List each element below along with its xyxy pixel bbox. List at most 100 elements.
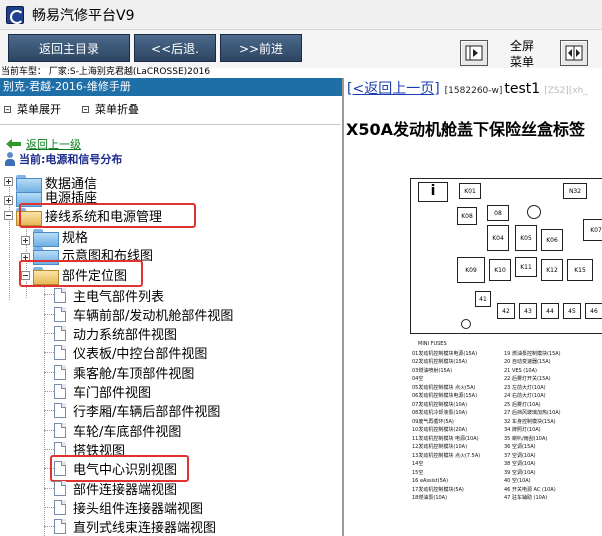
legend-row: 07发动机控制模块(10A) 25 后雾灯(10A): [412, 401, 602, 410]
document-icon: [54, 480, 66, 496]
collapse-toggle[interactable]: [4, 211, 13, 220]
tree-item-doc[interactable]: 乘客舱/车顶部件视图: [54, 362, 194, 382]
mount-hole: [527, 205, 541, 219]
tree-line: [44, 314, 54, 315]
legend-cell: 18燃油泵(10A): [412, 495, 448, 501]
tree-line: [44, 372, 54, 373]
legend-cell: 21 VES (10A): [504, 367, 537, 374]
relay-k15: K15: [567, 259, 593, 281]
tree-line: [44, 488, 54, 489]
legend-cell: 27 后挡风玻璃加热(10A): [504, 410, 561, 416]
expand-toggle[interactable]: [4, 196, 13, 205]
document-tag: [ZS2][xh_: [544, 86, 588, 96]
document-name: test1: [504, 81, 541, 97]
legend-cell: 19 燃油泵控制模块(15A): [504, 350, 561, 357]
legend-cell: 11发动机控制模块 电源(10A): [412, 435, 479, 442]
legend-cell: 01发动机控制模块电源(15A): [412, 350, 478, 357]
highlight-box: [19, 203, 196, 228]
back-up-label: 返回上一级: [26, 138, 81, 151]
legend-title: MINI FUSES: [418, 341, 447, 347]
document-icon: [54, 402, 66, 418]
home-button[interactable]: 返回主目录: [8, 34, 130, 62]
green-back-arrow-icon: [6, 139, 21, 149]
legend-cell: 02发动机控制模块(15A): [412, 359, 468, 365]
legend-cell: 05发动机控制模块 点火(5A): [412, 384, 476, 391]
document-id: [1582260-w]: [444, 86, 503, 96]
legend-row: 18燃油泵(10A) 47 驻车辅助 (10A): [412, 494, 602, 503]
legend-cell: 40 空(10A): [504, 478, 531, 484]
fuse-44: 44: [541, 303, 559, 319]
back-page-link[interactable]: [<返回上一页]: [347, 78, 440, 98]
user-icon: [4, 152, 16, 166]
back-button[interactable]: <<后退.: [134, 34, 216, 62]
document-icon: [54, 344, 66, 360]
legend-cell: 39 空调(10A): [504, 469, 536, 476]
legend-row: 09废气再循环(5A) 32 车身控制模块(15A): [412, 418, 602, 427]
legend-cell: 16 eAssist(5A): [412, 478, 449, 484]
fuse-legend: MINI FUSES 01发动机控制模块电源(15A) 19 燃油泵控制模块(15…: [412, 340, 602, 503]
legend-cell: 12发动机控制模块(10A): [412, 444, 468, 450]
legend-cell: 25 后雾灯(10A): [504, 401, 541, 408]
folder-icon: [16, 188, 42, 207]
document-icon: [54, 364, 66, 380]
tree-item-doc[interactable]: 车轮/车底部件视图: [54, 420, 181, 440]
legend-row: 13发动机控制模块 点火(7.5A) 37 空调(10A): [412, 452, 602, 461]
legend-row: 15空 39 空调(10A): [412, 469, 602, 478]
window-title: 畅易汽修平台V9: [32, 7, 135, 24]
legend-row: 05发动机控制模块 点火(5A) 23 左前大灯(10A): [412, 384, 602, 393]
legend-cell: 13发动机控制模块 点火(7.5A): [412, 452, 481, 459]
tree-item-doc[interactable]: 车辆前部/发动机舱部件视图: [54, 304, 233, 324]
tree-item-doc[interactable]: 部件连接器端视图: [54, 478, 177, 498]
relay-k10: K10: [489, 259, 511, 281]
legend-cell: 10发动机控制模块(20A): [412, 427, 468, 433]
legend-row: 03燃油喷射(15A) 21 VES (10A): [412, 367, 602, 376]
legend-row: 16 eAssist(5A) 40 空(10A): [412, 477, 602, 486]
manual-book-icon: i: [418, 182, 448, 202]
legend-cell: 08发动机冷却液泵(10A): [412, 410, 468, 416]
legend-row: 02发动机控制模块(15A) 20 自动变速器(15A): [412, 358, 602, 367]
tree-item-label: 部件连接器端视图: [73, 482, 178, 498]
expand-all-button[interactable]: 菜单展开: [4, 102, 61, 116]
menu-collapse-icon: [82, 105, 89, 113]
legend-cell: 38 空调(10A): [504, 461, 536, 467]
legend-cell: 17发动机控制模块(5A): [412, 486, 464, 493]
legend-row: 17发动机控制模块(5A) 46 开关电源 AC (10A): [412, 486, 602, 495]
collapse-all-button[interactable]: 菜单折叠: [82, 102, 139, 116]
document-icon: [54, 287, 66, 303]
tree-item-doc[interactable]: 行李厢/车辆后部部件视图: [54, 400, 220, 420]
tree-item-doc[interactable]: 主电气部件列表: [54, 285, 164, 305]
document-icon: [54, 518, 66, 534]
tree-item-doc[interactable]: 接头组件连接器端视图: [54, 497, 203, 517]
divider: [0, 124, 340, 125]
toolbar: 返回主目录 <<后退. >>前进 全屏 菜单: [0, 30, 602, 69]
expand-toggle[interactable]: [4, 177, 13, 186]
tree-item-doc[interactable]: 直列式线束连接器端视图: [54, 516, 216, 536]
relay-k11: K11: [515, 257, 537, 277]
legend-cell: 22 后雾灯开关(15A): [504, 376, 551, 382]
relay-k04: K04: [487, 225, 509, 251]
relay-k08: K08: [457, 207, 477, 225]
fullscreen-button[interactable]: [560, 40, 588, 66]
expand-toggle[interactable]: [21, 236, 30, 245]
tree-item-specs[interactable]: 规格: [33, 226, 88, 247]
document-icon: [54, 306, 66, 322]
forward-button[interactable]: >>前进: [220, 34, 302, 62]
current-location-label: 当前:电源和信号分布: [19, 153, 123, 166]
tree-item-doc[interactable]: 动力系统部件视图: [54, 323, 177, 343]
relay-k09: K09: [457, 257, 485, 283]
collapse-left-pane-button[interactable]: [460, 40, 488, 66]
legend-row: 04空 22 后雾灯开关(15A): [412, 375, 602, 384]
tree-line: [44, 352, 54, 353]
document-icon: [54, 325, 66, 341]
tree-item-label: 动力系统部件视图: [73, 327, 178, 343]
tree-item-label: 车轮/车底部件视图: [73, 424, 182, 440]
legend-cell: 09废气再循环(5A): [412, 418, 454, 425]
tree-item-label: 乘客舱/车顶部件视图: [73, 366, 195, 382]
back-up-link[interactable]: 返回上一级: [6, 136, 81, 152]
tree-item-label: 直列式线束连接器端视图: [73, 520, 217, 536]
tree-item-doc[interactable]: 车门部件视图: [54, 381, 151, 401]
tree-item-doc[interactable]: 仪表板/中控台部件视图: [54, 342, 207, 362]
legend-cell: 04空: [412, 376, 424, 382]
tree-item-label: 仪表板/中控台部件视图: [73, 346, 208, 362]
legend-cell: 03燃油喷射(15A): [412, 367, 453, 374]
